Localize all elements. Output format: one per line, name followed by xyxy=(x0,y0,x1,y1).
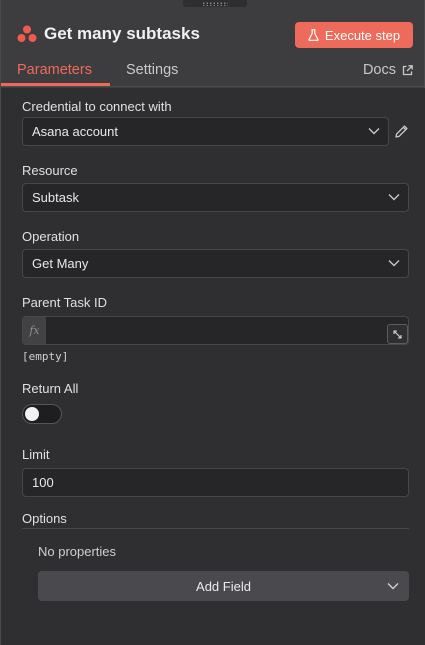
edit-credential-icon[interactable] xyxy=(394,124,409,139)
limit-label: Limit xyxy=(22,447,50,462)
parent-task-id-hint: [empty] xyxy=(22,350,69,363)
chevron-down-icon xyxy=(388,260,400,267)
tab-settings[interactable]: Settings xyxy=(126,62,178,78)
operation-label: Operation xyxy=(22,229,80,244)
no-properties-text: No properties xyxy=(38,544,117,559)
docs-label: Docs xyxy=(362,62,396,78)
chevron-down-icon xyxy=(387,583,399,590)
operation-select[interactable]: Get Many xyxy=(22,249,409,278)
expand-editor-button[interactable] xyxy=(387,324,408,344)
credential-select[interactable]: Asana account xyxy=(22,117,389,146)
docs-link[interactable]: Docs xyxy=(363,62,413,78)
external-link-icon xyxy=(402,64,413,75)
grip-dots-icon xyxy=(202,1,228,6)
flask-icon xyxy=(308,29,319,41)
parent-task-id-label: Parent Task ID xyxy=(22,295,108,310)
credential-label: Credential to connect with xyxy=(22,99,172,114)
expression-fx-icon: fx xyxy=(23,317,46,344)
operation-value: Get Many xyxy=(32,256,89,271)
drag-handle[interactable] xyxy=(183,0,247,7)
resource-value: Subtask xyxy=(32,190,79,205)
options-divider xyxy=(22,528,409,529)
add-field-button[interactable]: Add Field xyxy=(38,571,409,601)
resource-select[interactable]: Subtask xyxy=(22,183,409,212)
node-title: Get many subtasks xyxy=(44,24,200,43)
add-field-label: Add Field xyxy=(196,578,251,594)
node-panel: Get many subtasks Execute step Parameter… xyxy=(0,0,425,645)
chevron-down-icon xyxy=(388,194,400,201)
limit-input[interactable]: 100 xyxy=(22,468,409,497)
active-tab-indicator xyxy=(1,83,110,86)
node-header: Get many subtasks Execute step xyxy=(1,15,425,53)
asana-logo-icon xyxy=(17,25,37,42)
toggle-knob xyxy=(25,407,39,421)
chevron-down-icon xyxy=(368,128,380,135)
expand-icon xyxy=(393,329,402,339)
execute-step-button[interactable]: Execute step xyxy=(295,22,413,48)
return-all-label: Return All xyxy=(22,381,79,396)
return-all-toggle[interactable] xyxy=(22,404,62,424)
execute-step-label: Execute step xyxy=(324,27,401,43)
options-label: Options xyxy=(22,511,67,526)
tab-bar: Parameters Settings Docs xyxy=(1,55,425,87)
tab-parameters[interactable]: Parameters xyxy=(17,62,92,78)
resource-label: Resource xyxy=(22,163,78,178)
parent-task-id-input[interactable]: fx xyxy=(22,316,409,345)
credential-value: Asana account xyxy=(32,124,119,139)
